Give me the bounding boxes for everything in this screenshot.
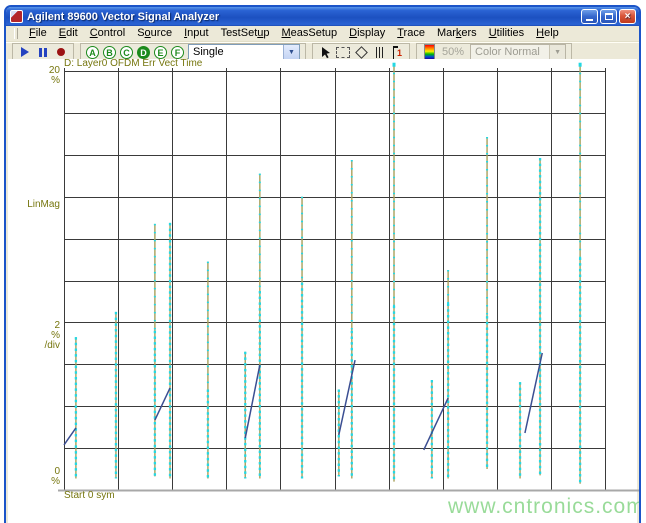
y-axis-bottom-unit: % xyxy=(51,476,60,487)
watermark: www.cntronics.com xyxy=(448,495,641,518)
evm-time-plot[interactable] xyxy=(4,5,641,523)
x-axis-start-label: Start 0 sym xyxy=(64,490,115,501)
y-axis-scale-label: LinMag xyxy=(27,199,60,210)
trace-title: D: Layer0 OFDM Err Vect Time xyxy=(64,58,203,69)
app-window: Agilent 89600 Vector Signal Analyzer × F… xyxy=(4,5,641,523)
chart-area: D: Layer0 OFDM Err Vect Time 20 % LinMag… xyxy=(8,58,639,523)
screenshot-root: { "window": { "title": "Agilent 89600 Ve… xyxy=(0,0,646,523)
y-axis-top-unit: % xyxy=(51,75,60,86)
y-per-div-suffix: /div xyxy=(44,340,60,351)
